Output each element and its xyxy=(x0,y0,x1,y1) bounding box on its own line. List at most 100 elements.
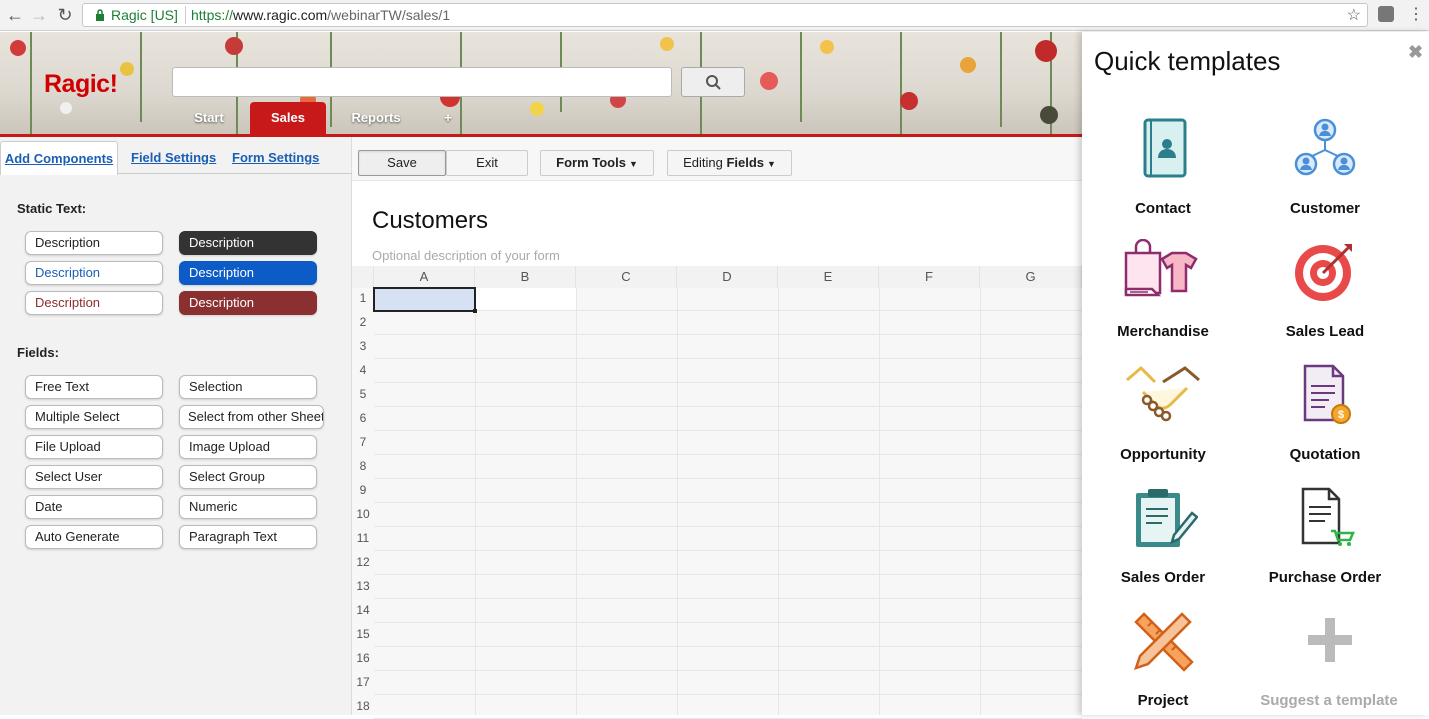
column-header[interactable]: F xyxy=(879,266,980,288)
row-header[interactable]: 16 xyxy=(352,646,374,670)
static-text-blue[interactable]: Description xyxy=(179,261,317,285)
field-select-user[interactable]: Select User xyxy=(25,465,163,489)
template-sales-lead[interactable]: Sales Lead xyxy=(1245,239,1405,349)
column-header[interactable]: G xyxy=(980,266,1082,288)
tab-form-settings[interactable]: Form Settings xyxy=(232,141,319,175)
ragic-logo[interactable]: Ragic! xyxy=(44,70,118,99)
template-sales-order[interactable]: Sales Order xyxy=(1083,485,1243,595)
fill-handle[interactable] xyxy=(473,309,477,313)
quick-templates-panel: Quick templates ✖ Contact Customer Merch… xyxy=(1082,32,1429,715)
template-label: Sales Lead xyxy=(1285,323,1365,340)
bookmark-star-icon[interactable]: ☆ xyxy=(1347,5,1361,25)
static-text-dark[interactable]: Description xyxy=(179,231,317,255)
url-text: https://www.ragic.com/webinarTW/sales/1 xyxy=(191,7,450,23)
tab-sales[interactable]: Sales xyxy=(250,102,326,134)
row-header[interactable]: 10 xyxy=(352,502,374,526)
extension-icon[interactable] xyxy=(1378,6,1394,22)
form-tools-label: Form Tools xyxy=(556,155,626,170)
address-bar[interactable]: Ragic [US] https://www.ragic.com/webinar… xyxy=(82,3,1368,27)
row-header[interactable]: 3 xyxy=(352,334,374,358)
row-header[interactable]: 5 xyxy=(352,382,374,406)
form-title[interactable]: Customers xyxy=(372,207,488,235)
save-button[interactable]: Save xyxy=(358,150,446,176)
clipboard-icon xyxy=(1136,489,1198,547)
back-icon[interactable]: ← xyxy=(4,4,26,26)
static-text-red[interactable]: Description xyxy=(179,291,317,315)
row-header[interactable]: 2 xyxy=(352,310,374,334)
column-header[interactable]: D xyxy=(677,266,778,288)
template-merchandise[interactable]: Merchandise xyxy=(1083,239,1243,349)
template-purchase-order[interactable]: Purchase Order xyxy=(1245,485,1405,595)
column-header[interactable]: B xyxy=(475,266,576,288)
selected-cell[interactable] xyxy=(373,287,476,312)
search-button[interactable] xyxy=(681,67,745,97)
field-auto-generate[interactable]: Auto Generate xyxy=(25,525,163,549)
search-input[interactable] xyxy=(172,67,672,97)
target-icon xyxy=(1295,244,1352,301)
template-contact[interactable]: Contact xyxy=(1083,116,1243,226)
fields-heading: Fields: xyxy=(17,345,59,360)
exit-button[interactable]: Exit xyxy=(446,150,528,176)
template-customer[interactable]: Customer xyxy=(1245,116,1405,226)
tab-field-settings[interactable]: Field Settings xyxy=(131,141,216,175)
tab-start[interactable]: Start xyxy=(180,102,238,134)
reload-icon[interactable]: ↻ xyxy=(54,4,76,26)
template-project[interactable]: Project xyxy=(1083,608,1243,718)
grid-row-line xyxy=(374,502,1082,503)
template-quotation[interactable]: $ Quotation xyxy=(1245,362,1405,472)
field-file-upload[interactable]: File Upload xyxy=(25,435,163,459)
field-selection[interactable]: Selection xyxy=(179,375,317,399)
tab-reports[interactable]: Reports xyxy=(343,102,409,134)
row-header[interactable]: 12 xyxy=(352,550,374,574)
field-select-group[interactable]: Select Group xyxy=(179,465,317,489)
field-numeric[interactable]: Numeric xyxy=(179,495,317,519)
column-header[interactable]: E xyxy=(778,266,879,288)
grid-cell[interactable] xyxy=(475,288,576,310)
field-select-other-sheet[interactable]: Select from other Sheet xyxy=(179,405,324,429)
add-tab-button[interactable]: + xyxy=(436,102,460,134)
form-design-grid[interactable]: A B C D E F G 1 2 3 4 5 6 7 8 9 10 11 12 13 14 15 16 17 18 xyxy=(352,266,1082,719)
editing-fields-dropdown[interactable]: Editing Fields ▼ xyxy=(667,150,792,176)
chevron-down-icon: ▼ xyxy=(767,159,776,169)
column-header[interactable]: A xyxy=(374,266,475,288)
form-description[interactable]: Optional description of your form xyxy=(372,248,560,263)
forward-icon[interactable]: → xyxy=(28,4,50,26)
row-header[interactable]: 15 xyxy=(352,622,374,646)
field-date[interactable]: Date xyxy=(25,495,163,519)
row-header[interactable]: 13 xyxy=(352,574,374,598)
template-label: Purchase Order xyxy=(1268,569,1382,586)
editing-label: Editing xyxy=(683,155,723,170)
row-header[interactable]: 17 xyxy=(352,670,374,694)
row-header[interactable]: 7 xyxy=(352,430,374,454)
fields-label: Fields xyxy=(726,155,765,170)
field-multiple-select[interactable]: Multiple Select xyxy=(25,405,163,429)
static-text-white[interactable]: Description xyxy=(25,231,163,255)
row-header[interactable]: 8 xyxy=(352,454,374,478)
template-label: Merchandise xyxy=(1117,323,1209,340)
chevron-down-icon: ▼ xyxy=(628,159,638,169)
row-header[interactable]: 6 xyxy=(352,406,374,430)
field-free-text[interactable]: Free Text xyxy=(25,375,163,399)
column-header[interactable]: C xyxy=(576,266,677,288)
row-header[interactable]: 18 xyxy=(352,694,374,718)
close-icon[interactable]: ✖ xyxy=(1408,42,1423,63)
quotation-doc-icon: $ xyxy=(1303,364,1351,424)
template-label: Contact xyxy=(1135,200,1191,217)
row-header[interactable]: 14 xyxy=(352,598,374,622)
static-text-red-text[interactable]: Description xyxy=(25,291,163,315)
tab-add-components[interactable]: Add Components xyxy=(0,141,118,175)
static-text-blue-text[interactable]: Description xyxy=(25,261,163,285)
tab-underline xyxy=(118,173,352,174)
svg-text:$: $ xyxy=(1338,409,1344,421)
browser-menu-icon[interactable]: ⋮ xyxy=(1408,5,1424,25)
row-header[interactable]: 11 xyxy=(352,526,374,550)
suggest-template-button[interactable]: Suggest a template xyxy=(1249,608,1409,718)
row-header[interactable]: 9 xyxy=(352,478,374,502)
grid-row-line xyxy=(374,430,1082,431)
field-image-upload[interactable]: Image Upload xyxy=(179,435,317,459)
template-opportunity[interactable]: Opportunity xyxy=(1083,362,1243,472)
row-header[interactable]: 1 xyxy=(352,286,374,310)
form-tools-dropdown[interactable]: Form Tools ▼ xyxy=(540,150,654,176)
field-paragraph-text[interactable]: Paragraph Text xyxy=(179,525,317,549)
row-header[interactable]: 4 xyxy=(352,358,374,382)
